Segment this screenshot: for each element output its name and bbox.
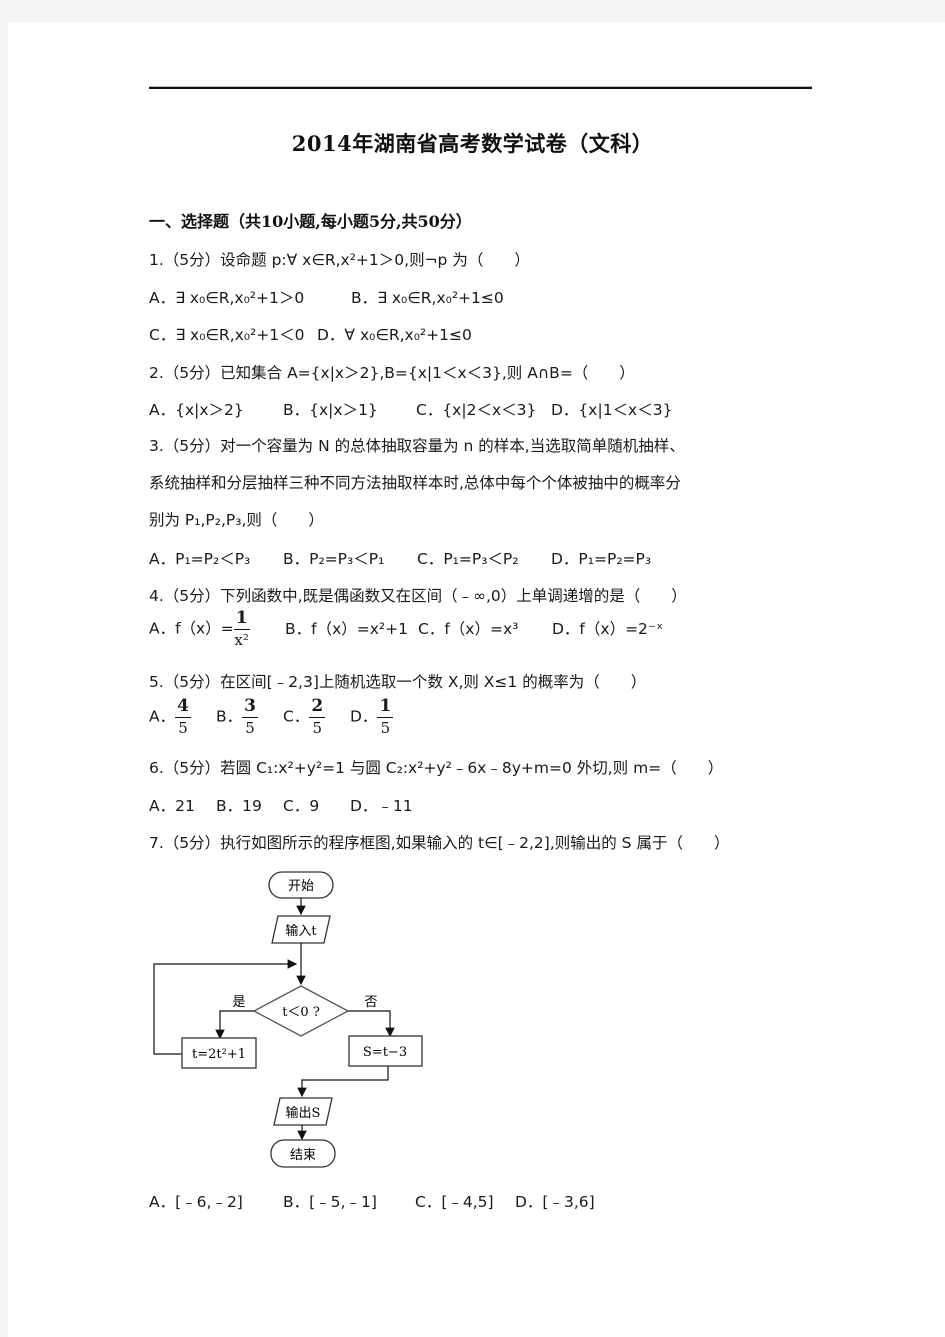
flowchart-no-label: 否: [364, 995, 377, 1010]
question-7-option-d[interactable]: D．[﹣3,6]: [515, 1190, 595, 1212]
question-3-stem-line-3: 别为 P₁,P₂,P₃,则（ ）: [149, 511, 324, 529]
question-7-option-a[interactable]: A．[﹣6,﹣2]: [149, 1190, 283, 1212]
question-5-options: A． 4 5 B． 3 5 C． 2 5 D． 1 5: [149, 696, 394, 737]
question-3-stem-line-2: 系统抽样和分层抽样三种不同方法抽取样本时,总体中每个个体被抽中的概率分: [149, 474, 681, 492]
question-4-option-a-prefix: A．f（x）=: [149, 619, 234, 638]
question-2-stem: 2.（5分）已知集合 A={x|x＞2},B={x|1＜x＜3},则 A∩B=（…: [149, 364, 635, 382]
question-6-option-a[interactable]: A．21: [149, 794, 216, 816]
question-1-option-d[interactable]: D．∀ x₀∈R,x₀²+1≤0: [317, 323, 472, 345]
question-4-option-d[interactable]: D．f（x）=2⁻ˣ: [552, 617, 663, 639]
flowchart-yes-label: 是: [232, 995, 245, 1010]
fraction-denominator: 5: [178, 719, 188, 737]
question-2-option-b[interactable]: B．{x|x＞1}: [283, 398, 416, 420]
program-flowchart: 开始 输入t t＜0 ? 是 t=2t²+1 否 S=t−3 输出S 结束: [153, 871, 423, 1168]
question-6-option-d[interactable]: D．﹣11: [350, 794, 413, 816]
question-3-option-c[interactable]: C．P₁=P₃＜P₂: [417, 547, 551, 569]
question-5-stem: 5.（5分）在区间[﹣2,3]上随机选取一个数 X,则 X≤1 的概率为（ ）: [149, 673, 647, 691]
option-label: D．: [350, 707, 378, 726]
question-4-option-c[interactable]: C．f（x）=x³: [418, 617, 552, 639]
question-4-options: A．f（x）= 1 x² B．f（x）=x²+1 C．f（x）=x³ D．f（x）=2⁻ˣ: [149, 610, 663, 648]
flowchart-start-label: 开始: [288, 879, 314, 894]
question-7-option-c[interactable]: C．[﹣4,5]: [415, 1190, 515, 1212]
question-1-options-row-1: A．∃ x₀∈R,x₀²+1＞0 B．∃ x₀∈R,x₀²+1≤0: [149, 286, 504, 308]
flowchart-no-step-label: S=t−3: [363, 1045, 407, 1060]
question-7-option-b[interactable]: B．[﹣5,﹣1]: [283, 1190, 415, 1212]
question-4-option-a-fraction: 1 x²: [233, 608, 250, 649]
option-fraction: 25: [309, 696, 326, 737]
flowchart-arrow: [297, 1066, 389, 1098]
question-2-option-a[interactable]: A．{x|x＞2}: [149, 398, 283, 420]
question-4-option-b[interactable]: B．f（x）=x²+1: [285, 617, 418, 639]
question-2-option-c[interactable]: C．{x|2＜x＜3}: [416, 398, 551, 420]
fraction-numerator: 3: [242, 696, 258, 718]
question-2-options: A．{x|x＞2} B．{x|x＞1} C．{x|2＜x＜3} D．{x|1＜x＜3}: [149, 398, 672, 420]
question-6-option-c[interactable]: C．9: [283, 794, 350, 816]
question-1-option-b[interactable]: B．∃ x₀∈R,x₀²+1≤0: [351, 286, 504, 308]
question-4-stem: 4.（5分）下列函数中,既是偶函数又在区间（﹣∞,0）上单调递增的是（ ）: [149, 587, 687, 605]
fraction-denominator: 5: [245, 719, 255, 737]
question-3-options: A．P₁=P₂＜P₃ B．P₂=P₃＜P₁ C．P₁=P₃＜P₂ D．P₁=P₂=P₃: [149, 547, 651, 569]
question-5-option-d[interactable]: D． 1 5: [350, 696, 394, 737]
option-label: C．: [283, 707, 310, 726]
fraction-numerator: 4: [175, 696, 191, 718]
question-1-option-a[interactable]: A．∃ x₀∈R,x₀²+1＞0: [149, 286, 351, 308]
fraction-denominator: 5: [312, 719, 323, 737]
question-5-option-c[interactable]: C． 2 5: [283, 698, 350, 736]
question-5-option-a[interactable]: A． 4 5: [149, 698, 216, 736]
question-3-option-a[interactable]: A．P₁=P₂＜P₃: [149, 547, 283, 569]
question-6-option-b[interactable]: B．19: [216, 794, 283, 816]
flowchart-no-arrow: [348, 1010, 395, 1038]
question-3-stem-line-1: 3.（5分）对一个容量为 N 的总体抽取容量为 n 的样本,当选取简单随机抽样、: [149, 437, 685, 455]
question-6-options: A．21 B．19 C．9 D．﹣11: [149, 794, 413, 816]
fraction-denominator: 5: [380, 719, 391, 737]
fraction-numerator: 1: [233, 608, 250, 630]
question-5-option-b[interactable]: B． 3 5: [216, 698, 283, 736]
question-2-option-d[interactable]: D．{x|1＜x＜3}: [551, 398, 672, 420]
flowchart-yes-arrow: [215, 1010, 254, 1040]
header-rule: [149, 87, 812, 89]
section-heading: 一、选择题（共10小题,每小题5分,共50分）: [149, 212, 472, 231]
fraction-denominator: x²: [234, 631, 249, 649]
question-3-option-d[interactable]: D．P₁=P₂=P₃: [551, 547, 651, 569]
question-1-option-c[interactable]: C．∃ x₀∈R,x₀²+1＜0: [149, 323, 317, 345]
question-7-stem: 7.（5分）执行如图所示的程序框图,如果输入的 t∈[﹣2,2],则输出的 S …: [149, 834, 730, 852]
question-6-stem: 6.（5分）若圆 C₁:x²+y²=1 与圆 C₂:x²+y²﹣6x﹣8y+m=…: [149, 759, 724, 777]
question-7-options: A．[﹣6,﹣2] B．[﹣5,﹣1] C．[﹣4,5] D．[﹣3,6]: [149, 1190, 595, 1212]
question-1-options-row-2: C．∃ x₀∈R,x₀²+1＜0 D．∀ x₀∈R,x₀²+1≤0: [149, 323, 472, 345]
option-label: A．: [149, 707, 176, 726]
question-4-option-a[interactable]: A．f（x）= 1 x²: [149, 610, 285, 648]
option-label: B．: [216, 707, 243, 726]
flowchart-decision-label: t＜0 ?: [282, 1005, 320, 1020]
flowchart-end-label: 结束: [290, 1148, 316, 1163]
document-title: 2014年湖南省高考数学试卷（文科）: [291, 131, 654, 156]
fraction-numerator: 2: [309, 696, 326, 718]
flowchart-output-label: 输出S: [286, 1105, 321, 1121]
question-3-option-b[interactable]: B．P₂=P₃＜P₁: [283, 547, 417, 569]
option-fraction: 15: [377, 696, 394, 737]
flowchart-yes-step-label: t=2t²+1: [192, 1047, 246, 1062]
option-fraction: 35: [242, 698, 258, 736]
flowchart-input-label: 输入t: [285, 923, 317, 939]
question-1-stem: 1.（5分）设命题 p:∀ x∈R,x²+1＞0,则¬p 为（ ）: [149, 251, 530, 269]
fraction-numerator: 1: [377, 696, 394, 718]
option-fraction: 45: [175, 698, 191, 736]
